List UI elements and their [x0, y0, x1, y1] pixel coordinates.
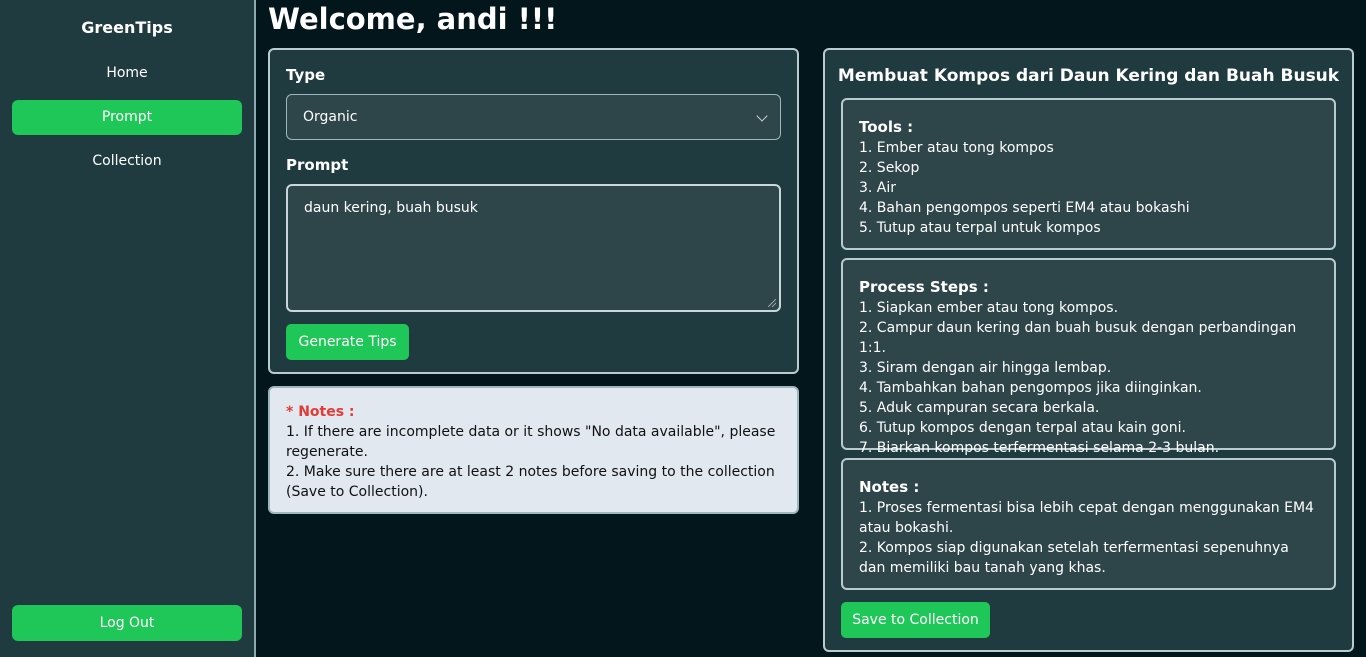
result-notes-card: Notes : 1. Proses fermentasi bisa lebih … — [841, 458, 1336, 590]
list-item: 2. Campur daun kering dan buah busuk den… — [859, 320, 1297, 356]
list-item: 5. Tutup atau terpal untuk kompos — [859, 220, 1101, 236]
list-item: 2. Sekop — [859, 160, 920, 176]
brand-logo: GreenTips — [81, 18, 173, 37]
sidebar-item-prompt[interactable]: Prompt — [12, 100, 242, 135]
process-steps-title: Process Steps : — [859, 278, 989, 296]
result-panel: Membuat Kompos dari Daun Kering dan Buah… — [823, 48, 1354, 652]
chevron-down-icon — [756, 110, 768, 122]
notes-line: 2. Make sure there are at least 2 notes … — [286, 464, 775, 500]
list-item: 6. Tutup kompos dengan terpal atau kain … — [859, 420, 1186, 436]
list-item: 2. Kompos siap digunakan setelah terferm… — [859, 540, 1289, 576]
save-to-collection-button[interactable]: Save to Collection — [841, 602, 990, 638]
notes-panel: * Notes : 1. If there are incomplete dat… — [268, 386, 799, 514]
tools-title: Tools : — [859, 118, 914, 136]
type-select-value: Organic — [303, 109, 358, 125]
type-select[interactable]: Organic — [286, 94, 781, 140]
list-item: 7. Biarkan kompos terfermentasi selama 2… — [859, 440, 1220, 456]
prompt-textarea-value: daun kering, buah busuk — [304, 200, 478, 216]
list-item: 5. Aduk campuran secara berkala. — [859, 400, 1100, 416]
prompt-textarea[interactable]: daun kering, buah busuk — [286, 184, 781, 312]
tools-card: Tools : 1. Ember atau tong kompos 2. Sek… — [841, 98, 1336, 250]
sidebar: GreenTips Home Prompt Collection Log Out — [0, 0, 256, 657]
list-item: 1. Siapkan ember atau tong kompos. — [859, 300, 1119, 316]
resize-handle-icon[interactable] — [768, 299, 776, 307]
prompt-form: Type Organic Prompt daun kering, buah bu… — [268, 48, 799, 374]
prompt-label: Prompt — [286, 156, 349, 174]
list-item: 3. Air — [859, 180, 897, 196]
process-steps-card: Process Steps : 1. Siapkan ember atau to… — [841, 258, 1336, 456]
generate-tips-button[interactable]: Generate Tips — [286, 324, 409, 360]
page-title: Welcome, andi !!! — [268, 2, 558, 36]
result-notes-title: Notes : — [859, 478, 920, 496]
logout-button[interactable]: Log Out — [12, 605, 242, 641]
list-item: 1. Ember atau tong kompos — [859, 140, 1054, 156]
type-label: Type — [286, 66, 326, 84]
list-item: 3. Siram dengan air hingga lembap. — [859, 360, 1112, 376]
result-title: Membuat Kompos dari Daun Kering dan Buah… — [837, 66, 1340, 86]
list-item: 4. Bahan pengompos seperti EM4 atau boka… — [859, 200, 1190, 216]
notes-title: * Notes : — [286, 404, 355, 420]
list-item: 4. Tambahkan bahan pengompos jika diingi… — [859, 380, 1202, 396]
sidebar-item-collection[interactable]: Collection — [12, 144, 242, 179]
sidebar-item-home[interactable]: Home — [12, 56, 242, 91]
list-item: 1. Proses fermentasi bisa lebih cepat de… — [859, 500, 1314, 536]
notes-line: 1. If there are incomplete data or it sh… — [286, 424, 776, 460]
